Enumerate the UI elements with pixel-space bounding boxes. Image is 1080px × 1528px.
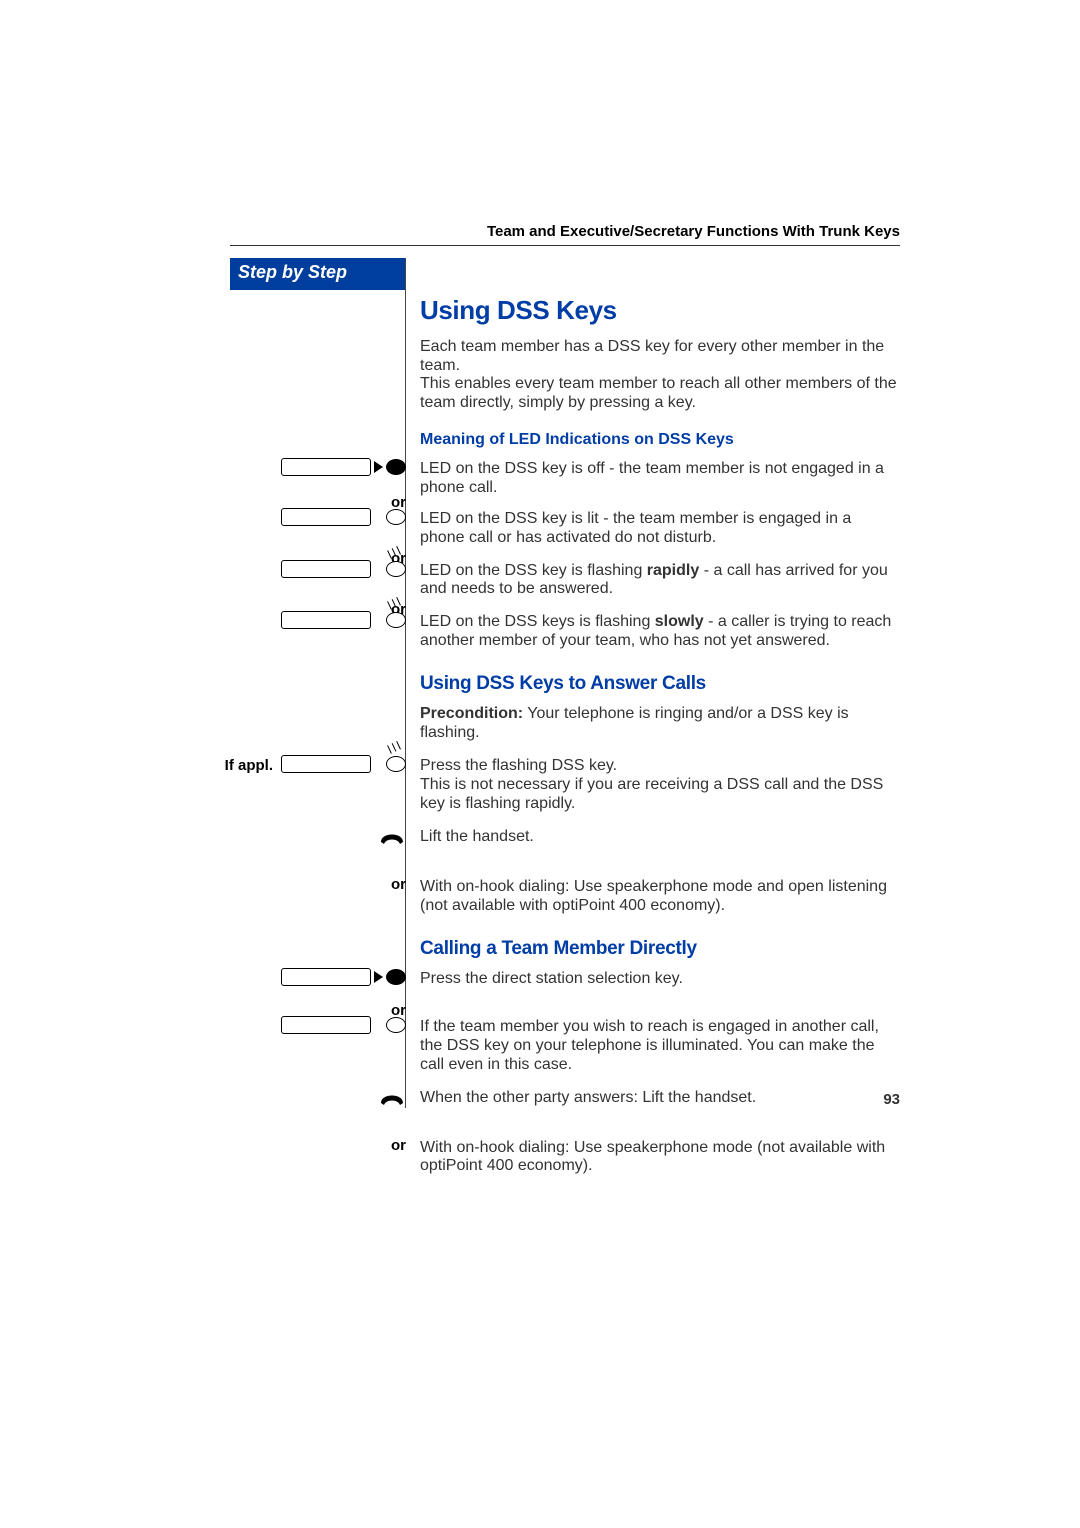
- dss-key-flash-rapid-icon: [281, 560, 406, 578]
- gutter-handset-1: [206, 826, 406, 846]
- or-label: or: [391, 1137, 406, 1155]
- answer-press-row: If appl. Press the flashing DSS key. Thi…: [420, 757, 900, 814]
- call-lift-text: When the other party answers: Lift the h…: [420, 1089, 900, 1108]
- call-press-row: Press the direct station selection key.: [420, 970, 900, 1006]
- answer-precondition: Precondition: Your telephone is ringing …: [420, 705, 900, 743]
- handset-icon: [378, 1087, 406, 1107]
- answer-press-text: Press the flashing DSS key. This is not …: [420, 757, 900, 814]
- dss-key-direct-icon: [281, 968, 406, 986]
- gutter-or-4: or: [206, 876, 406, 894]
- call-heading: Calling a Team Member Directly: [420, 938, 900, 960]
- led-rapid-row: LED on the DSS key is flashing rapidly -…: [420, 562, 900, 600]
- led-slow-text: LED on the DSS keys is flashing slowly -…: [420, 613, 900, 651]
- led-rapid-text: LED on the DSS key is flashing rapidly -…: [420, 562, 900, 600]
- dss-key-off-icon: [281, 458, 406, 476]
- gutter-led-off: [206, 458, 406, 476]
- gutter-led-slow: [206, 601, 406, 629]
- page-number: 93: [883, 1091, 900, 1108]
- page-title: Using DSS Keys: [420, 295, 900, 326]
- answer-lift-row: Lift the handset.: [420, 828, 900, 864]
- call-onhook-row: or With on-hook dialing: Use speakerphon…: [420, 1139, 900, 1177]
- gutter-call-press: [206, 968, 406, 986]
- answer-lift-text: Lift the handset.: [420, 828, 900, 847]
- led-slow-bold: slowly: [655, 613, 704, 630]
- led-rapid-bold: rapidly: [647, 562, 699, 579]
- answer-heading: Using DSS Keys to Answer Calls: [420, 673, 900, 695]
- led-on-row: LED on the DSS key is lit - the team mem…: [420, 510, 900, 548]
- gutter-answer-press: If appl.: [206, 745, 406, 773]
- led-slow-row: LED on the DSS keys is flashing slowly -…: [420, 613, 900, 651]
- dss-key-lit-icon: [281, 508, 406, 526]
- call-busy-row: If the team member you wish to reach is …: [420, 1018, 900, 1075]
- dss-key-press-icon: [281, 755, 406, 773]
- gutter-or-6: or: [206, 1137, 406, 1155]
- gutter-led-rapid: [206, 550, 406, 578]
- or-label: or: [391, 876, 406, 894]
- call-press-text: Press the direct station selection key.: [420, 970, 900, 989]
- running-head: Team and Executive/Secretary Functions W…: [487, 223, 900, 240]
- led-on-text: LED on the DSS key is lit - the team mem…: [420, 510, 900, 548]
- handset-icon: [378, 826, 406, 846]
- led-subheading: Meaning of LED Indications on DSS Keys: [420, 431, 900, 450]
- precondition-label: Precondition:: [420, 705, 523, 722]
- gutter-handset-2: [206, 1087, 406, 1107]
- page: Team and Executive/Secretary Functions W…: [0, 0, 1080, 1528]
- led-rapid-pre: LED on the DSS key is flashing: [420, 562, 647, 579]
- answer-onhook-text: With on-hook dialing: Use speakerphone m…: [420, 878, 900, 916]
- content: Using DSS Keys Each team member has a DS…: [420, 295, 900, 1176]
- flash-icon: [386, 745, 406, 755]
- sidebar-title: Step by Step: [230, 258, 405, 290]
- sidebar: Step by Step: [230, 258, 405, 1448]
- led-off-row: LED on the DSS key is off - the team mem…: [420, 460, 900, 498]
- flash-icon: [386, 601, 406, 611]
- intro-text: Each team member has a DSS key for every…: [420, 338, 900, 414]
- answer-onhook-row: or With on-hook dialing: Use speakerphon…: [420, 878, 900, 916]
- gutter-call-busy: [206, 1016, 406, 1034]
- call-lift-row: When the other party answers: Lift the h…: [420, 1089, 900, 1125]
- dss-key-busy-icon: [281, 1016, 406, 1034]
- flash-icon: [386, 550, 406, 560]
- if-appl-label: If appl.: [225, 757, 273, 775]
- led-off-text: LED on the DSS key is off - the team mem…: [420, 460, 900, 498]
- call-busy-text: If the team member you wish to reach is …: [420, 1018, 900, 1075]
- header-rule: [230, 245, 900, 246]
- call-onhook-text: With on-hook dialing: Use speakerphone m…: [420, 1139, 900, 1177]
- dss-key-flash-slow-icon: [281, 611, 406, 629]
- led-slow-pre: LED on the DSS keys is flashing: [420, 613, 655, 630]
- gutter-led-on: [206, 508, 406, 526]
